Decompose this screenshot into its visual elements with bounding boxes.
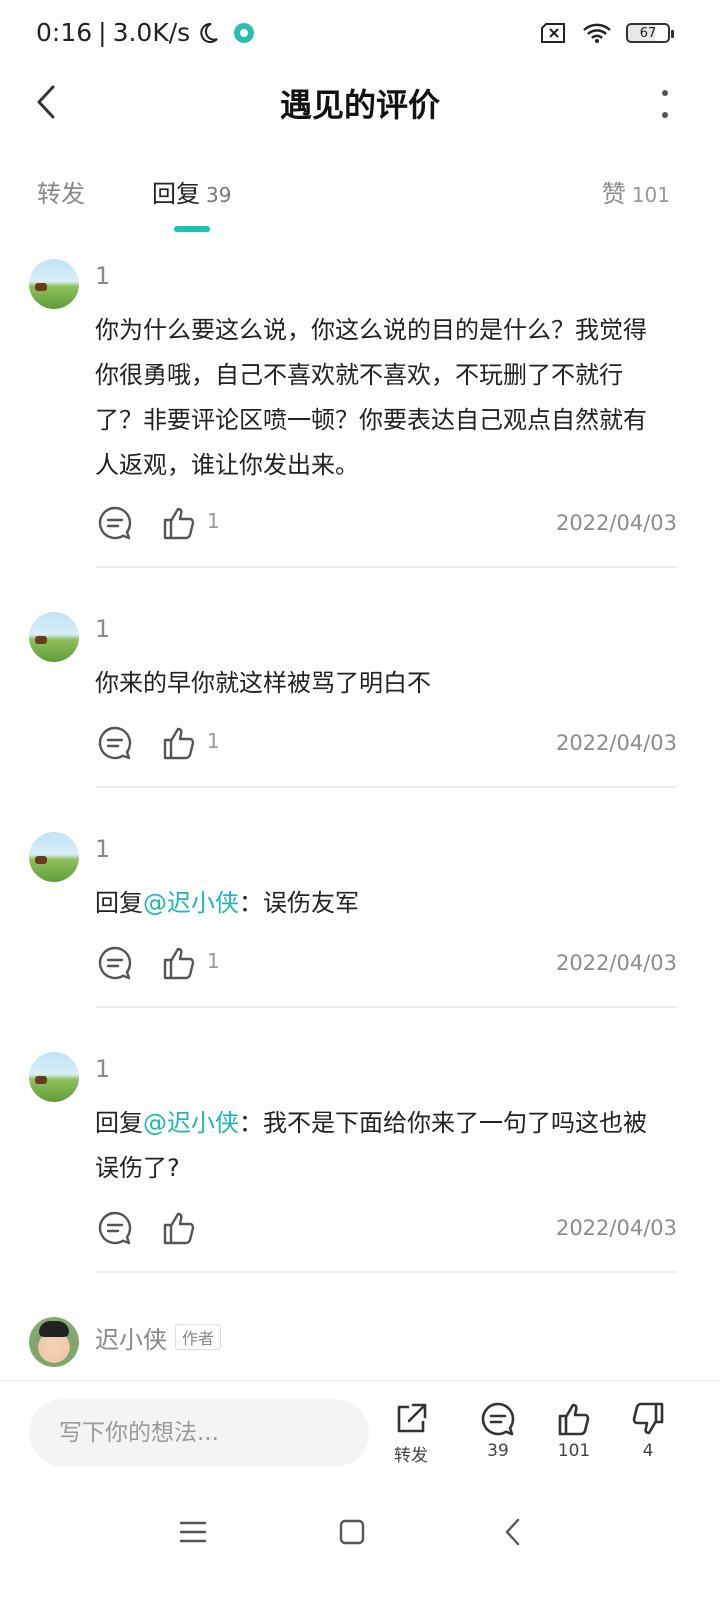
avatar[interactable] xyxy=(29,612,79,662)
mention-link[interactable]: @迟小侠 xyxy=(143,1109,239,1137)
thumbs-up-icon[interactable] xyxy=(161,505,197,541)
share-icon xyxy=(397,1403,427,1433)
comment-item: 1 你来的早你就这样被骂了明白不 1 2022/04/03 xyxy=(0,603,720,793)
more-options-button[interactable] xyxy=(650,84,680,124)
wifi-icon xyxy=(583,23,611,43)
comment-date: 2022/04/03 xyxy=(555,511,677,535)
thumbs-up-icon[interactable] xyxy=(161,945,197,981)
comment-item: 1 回复@迟小侠：误伤友军 1 2022/04/03 xyxy=(0,823,720,1013)
thumbs-up-icon xyxy=(558,1403,590,1436)
status-left: 0:16 | 3.0K/s xyxy=(36,18,255,47)
comment-date: 2022/04/03 xyxy=(555,951,677,975)
comment-actions: 1 2022/04/03 xyxy=(95,945,677,985)
page-title: 遇见的评价 xyxy=(279,86,440,124)
tab-like[interactable]: 赞 101 xyxy=(602,174,670,209)
reply-prefix: 回复 xyxy=(95,1109,143,1137)
more-vertical-icon xyxy=(662,90,668,118)
tab-repost-label: 转发 xyxy=(37,180,85,208)
comment-author[interactable]: 1 xyxy=(95,615,110,643)
thumbs-up-icon[interactable] xyxy=(161,725,197,761)
comment-author[interactable]: 1 xyxy=(95,262,110,290)
comment-actions: 1 2022/04/03 xyxy=(95,725,677,765)
moon-icon xyxy=(200,22,218,43)
comment-actions: 1 2022/04/03 xyxy=(95,505,677,545)
dislike-count: 4 xyxy=(642,1441,654,1461)
comment-item: 1 回复@迟小侠：我不是下面给你来了一句了吗这也被误伤了? 2022/04/03 xyxy=(0,1043,720,1283)
sim-off-icon xyxy=(541,23,565,43)
system-nav-bar xyxy=(0,1484,720,1600)
comment-text: 你为什么要这么说，你这么说的目的是什么？我觉得你很勇哦，自己不喜欢就不喜欢，不玩… xyxy=(95,316,647,479)
comment-author: 迟小侠 作者 xyxy=(95,1320,222,1355)
avatar[interactable] xyxy=(29,832,79,882)
mention-link[interactable]: @迟小侠 xyxy=(143,889,239,917)
thumbs-down-icon xyxy=(632,1402,664,1435)
like-button[interactable]: 101 xyxy=(544,1401,604,1461)
avatar[interactable] xyxy=(29,1052,79,1102)
comment-actions: 2022/04/03 xyxy=(95,1210,677,1250)
repost-label: 转发 xyxy=(394,1446,428,1466)
tab-reply-label: 回复 xyxy=(152,180,200,208)
home-square-icon xyxy=(339,1519,365,1545)
comment-date: 2022/04/03 xyxy=(555,731,677,755)
comment-icon[interactable] xyxy=(97,725,133,761)
bottom-action-bar: 写下你的想法... 转发 39 101 4 xyxy=(0,1380,720,1484)
home-button[interactable] xyxy=(330,1510,374,1554)
tab-repost[interactable]: 转发 xyxy=(37,174,85,209)
comment-date: 2022/04/03 xyxy=(555,1216,677,1240)
status-speed: 3.0K/s xyxy=(112,18,191,47)
active-tab-indicator xyxy=(174,226,210,232)
recent-apps-button[interactable] xyxy=(171,1510,215,1554)
comment-icon[interactable] xyxy=(97,1210,133,1246)
comment-author[interactable]: 1 xyxy=(95,1055,110,1083)
comment-icon[interactable] xyxy=(97,505,133,541)
comment-item: 1 你为什么要这么说，你这么说的目的是什么？我觉得你很勇哦，自己不喜欢就不喜欢，… xyxy=(0,250,720,570)
divider xyxy=(95,1006,677,1008)
repost-button[interactable]: 转发 xyxy=(381,1401,441,1466)
tab-reply-count: 39 xyxy=(206,183,232,207)
status-time: 0:16 xyxy=(36,18,93,47)
reply-prefix: 回复 xyxy=(95,889,143,917)
app-status-icon xyxy=(234,22,255,43)
tab-like-count: 101 xyxy=(631,183,670,207)
dislike-button[interactable]: 4 xyxy=(618,1401,678,1461)
author-badge: 作者 xyxy=(175,1324,222,1350)
system-back-button[interactable] xyxy=(490,1510,534,1554)
avatar[interactable] xyxy=(29,1317,79,1367)
comment-text: 你来的早你就这样被骂了明白不 xyxy=(95,669,431,697)
top-app-bar: 遇见的评价 xyxy=(0,70,720,134)
comment-count: 39 xyxy=(487,1441,509,1461)
comment-button[interactable]: 39 xyxy=(468,1401,528,1461)
thumbs-up-icon[interactable] xyxy=(161,1210,197,1246)
reply-body: ：误伤友军 xyxy=(239,889,359,917)
comment-icon[interactable] xyxy=(97,945,133,981)
divider xyxy=(95,786,677,788)
tab-like-label: 赞 xyxy=(601,180,626,208)
nav-back-icon xyxy=(505,1518,520,1546)
divider xyxy=(95,1271,677,1273)
battery-icon: 67 xyxy=(626,23,674,43)
like-count: 1 xyxy=(207,949,220,973)
battery-level: 67 xyxy=(639,25,657,41)
menu-icon xyxy=(179,1521,207,1543)
tab-reply[interactable]: 回复 39 xyxy=(152,174,231,209)
status-separator: | xyxy=(98,18,107,47)
status-bar: 0:16 | 3.0K/s 67 xyxy=(0,0,720,70)
avatar[interactable] xyxy=(29,259,79,309)
comment-item: 迟小侠 作者 xyxy=(0,1308,720,1380)
comment-icon xyxy=(481,1402,515,1436)
comment-input[interactable]: 写下你的想法... xyxy=(29,1399,369,1467)
like-count: 101 xyxy=(557,1441,591,1461)
tab-bar: 转发 回复 39 赞 101 xyxy=(0,160,720,240)
author-name[interactable]: 迟小侠 xyxy=(95,1326,167,1354)
comment-author[interactable]: 1 xyxy=(95,835,110,863)
divider xyxy=(95,566,677,568)
comment-text: 回复@迟小侠：我不是下面给你来了一句了吗这也被误伤了? xyxy=(95,1101,665,1191)
status-right: 67 xyxy=(540,22,674,44)
like-count: 1 xyxy=(207,729,220,753)
like-count: 1 xyxy=(207,509,220,533)
comment-text: 回复@迟小侠：误伤友军 xyxy=(95,881,665,926)
